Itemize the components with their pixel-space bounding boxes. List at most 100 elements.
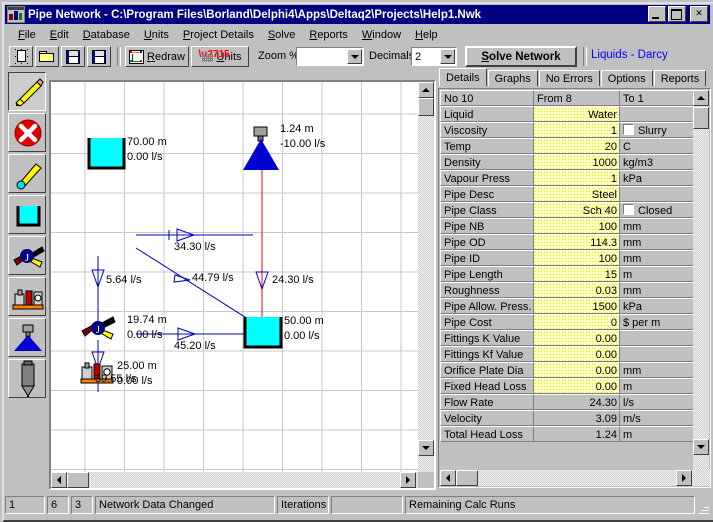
canvas-vscroll-thumb[interactable]: [418, 98, 434, 116]
close-button[interactable]: ✕: [690, 6, 708, 22]
details-row-input[interactable]: 1: [534, 122, 620, 138]
details-scroll-right-button[interactable]: [676, 470, 692, 486]
details-row[interactable]: Pipe Length 15 m: [440, 266, 695, 282]
tab-details[interactable]: Details: [439, 68, 487, 86]
menu-units[interactable]: Units: [137, 28, 176, 42]
details-row-input[interactable]: 0.00: [534, 378, 620, 394]
decimals-combo[interactable]: 2: [411, 47, 457, 66]
solve-network-button[interactable]: Solve Network: [465, 46, 577, 67]
menu-reports[interactable]: Reports: [302, 28, 355, 42]
details-vscroll-thumb[interactable]: [693, 107, 709, 129]
details-scroll-left-button[interactable]: [440, 470, 456, 486]
pencil-tool-button[interactable]: [8, 72, 46, 111]
save-button[interactable]: [61, 46, 85, 67]
sprinkler-tool-button[interactable]: [8, 318, 46, 357]
pump-tool-button[interactable]: [8, 277, 46, 316]
details-row-unit: [620, 330, 695, 346]
details-row[interactable]: Temp 20 C: [440, 138, 695, 154]
details-hscroll-thumb[interactable]: [456, 470, 478, 486]
canvas-hscroll-thumb[interactable]: [67, 472, 89, 488]
tab-reports[interactable]: Reports: [653, 70, 707, 86]
details-row[interactable]: Roughness 0.03 mm: [440, 282, 695, 298]
valve-tool-button[interactable]: J: [8, 236, 46, 275]
menu-solve[interactable]: Solve: [261, 28, 303, 42]
chevron-down-icon[interactable]: [347, 49, 362, 64]
details-row[interactable]: Flow Rate 24.30 l/s: [440, 394, 695, 410]
menu-window[interactable]: Window: [355, 28, 408, 42]
scroll-right-button[interactable]: [400, 472, 416, 488]
details-row[interactable]: Pipe NB 100 mm: [440, 218, 695, 234]
details-row[interactable]: Liquid Water: [440, 106, 695, 122]
details-row[interactable]: Orifice Plate Dia 0.00 mm: [440, 362, 695, 378]
menu-project-details[interactable]: Project Details: [176, 28, 261, 42]
scroll-down-button[interactable]: [418, 440, 434, 456]
details-row-input[interactable]: Sch 40: [534, 202, 620, 218]
menu-edit[interactable]: Edit: [43, 28, 76, 42]
details-row-input[interactable]: Water: [534, 106, 620, 122]
details-row[interactable]: Pipe OD 114.3 mm: [440, 234, 695, 250]
details-row-input[interactable]: 100: [534, 250, 620, 266]
scroll-up-button[interactable]: [418, 82, 434, 98]
maximize-button[interactable]: [668, 6, 686, 22]
tab-graphs[interactable]: Graphs: [487, 70, 538, 86]
minimize-button[interactable]: [648, 6, 666, 22]
details-row-input[interactable]: 0.00: [534, 346, 620, 362]
details-row-unit[interactable]: Closed: [620, 202, 695, 218]
details-row[interactable]: Velocity 3.09 m/s: [440, 410, 695, 426]
details-row-input[interactable]: 15: [534, 266, 620, 282]
decimals-chevron-down-icon[interactable]: [440, 49, 455, 64]
details-row[interactable]: Pipe Allow. Press. 1500 kPa: [440, 298, 695, 314]
tab-no-errors[interactable]: No Errors: [538, 70, 600, 86]
scroll-left-button[interactable]: [51, 472, 67, 488]
details-row[interactable]: Vapour Press 1 kPa: [440, 170, 695, 186]
network-canvas[interactable]: J 70.00 m 0.00 l/s 1.24 m -10.00 l/s 19.…: [51, 82, 418, 472]
details-row[interactable]: Pipe Class Sch 40 Closed: [440, 202, 695, 218]
details-row[interactable]: Viscosity 1 Slurry: [440, 122, 695, 138]
menu-help[interactable]: Help: [408, 28, 445, 42]
details-row-input[interactable]: 0: [534, 314, 620, 330]
resize-grip-icon[interactable]: [696, 501, 710, 515]
details-row[interactable]: Density 1000 kg/m3: [440, 154, 695, 170]
details-scroll-up-button[interactable]: [693, 90, 709, 106]
details-scroll-down-button[interactable]: [693, 439, 709, 455]
checkbox-closed[interactable]: [623, 204, 634, 215]
checkbox-slurry[interactable]: [623, 124, 634, 135]
details-row-input[interactable]: 1500: [534, 298, 620, 314]
details-row[interactable]: Pipe Desc Steel: [440, 186, 695, 202]
details-row[interactable]: Fittings K Value 0.00: [440, 330, 695, 346]
details-grid[interactable]: No 10 From 8 To 1 Liquid Water Viscosity 1 S…: [440, 90, 695, 442]
details-row-input[interactable]: 0.00: [534, 330, 620, 346]
details-row-input[interactable]: 0.03: [534, 282, 620, 298]
details-row-unit[interactable]: Slurry: [620, 122, 695, 138]
details-row[interactable]: Pipe ID 100 mm: [440, 250, 695, 266]
details-vertical-scrollbar[interactable]: [693, 90, 709, 471]
details-row-unit-label: Slurry: [638, 125, 667, 137]
menu-file[interactable]: File: [11, 28, 43, 42]
canvas-vertical-scrollbar[interactable]: [418, 82, 434, 472]
details-row-input[interactable]: 0.00: [534, 362, 620, 378]
delete-tool-button[interactable]: [8, 113, 46, 152]
details-row[interactable]: Pipe Cost 0 $ per m: [440, 314, 695, 330]
details-row[interactable]: Fixed Head Loss 0.00 m: [440, 378, 695, 394]
units-button[interactable]: \u2715 Units: [191, 46, 249, 67]
zoom-combo[interactable]: [296, 47, 364, 66]
details-row-input[interactable]: 1: [534, 170, 620, 186]
details-row-input[interactable]: 114.3: [534, 234, 620, 250]
details-row[interactable]: Fittings Kf Value 0.00: [440, 346, 695, 362]
redraw-button[interactable]: Redraw: [125, 46, 189, 67]
details-row-input[interactable]: Steel: [534, 186, 620, 202]
menu-database[interactable]: Database: [76, 28, 137, 42]
vessel-tool-button[interactable]: [8, 359, 46, 398]
details-horizontal-scrollbar[interactable]: [440, 470, 710, 486]
open-button[interactable]: [35, 46, 59, 67]
details-row-input[interactable]: 1000: [534, 154, 620, 170]
pipe-tool-button[interactable]: [8, 154, 46, 193]
details-row-input[interactable]: 20: [534, 138, 620, 154]
details-row[interactable]: Total Head Loss 1.24 m: [440, 426, 695, 442]
save-as-button[interactable]: .: [87, 46, 111, 67]
new-button[interactable]: [9, 46, 33, 67]
details-row-input[interactable]: 100: [534, 218, 620, 234]
tank-tool-button[interactable]: [8, 195, 46, 234]
tab-options[interactable]: Options: [600, 70, 653, 86]
canvas-horizontal-scrollbar[interactable]: [51, 472, 418, 488]
